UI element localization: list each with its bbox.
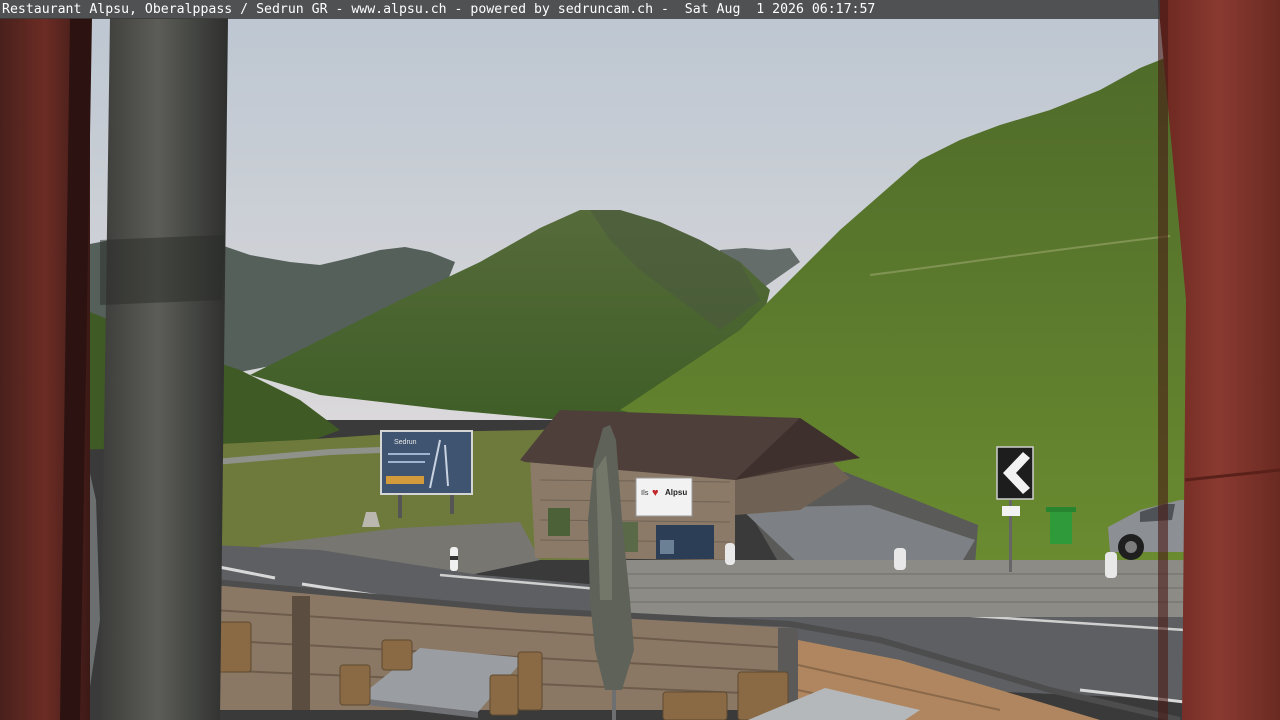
building-sign-prefix: Ils xyxy=(641,488,649,497)
window-pole xyxy=(100,18,228,720)
caption-text: Restaurant Alpsu, Oberalppass / Sedrun G… xyxy=(2,2,876,17)
timestamp-overlay: Restaurant Alpsu, Oberalppass / Sedrun G… xyxy=(0,0,1160,19)
building-sign xyxy=(635,477,693,517)
green-bin xyxy=(1050,509,1072,544)
heart-icon: ♥ xyxy=(652,487,659,499)
building-sign-name: Alpsu xyxy=(665,488,687,497)
webcam-image: Sedrun Ils ♥ Alpsu xyxy=(0,0,1280,720)
billboard-title: Sedrun xyxy=(394,439,417,446)
